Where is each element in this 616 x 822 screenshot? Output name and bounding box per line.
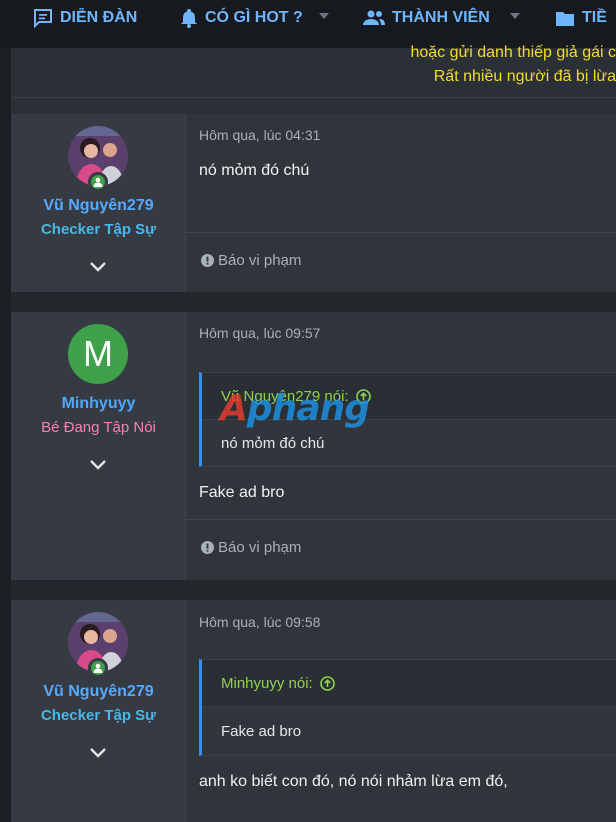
chevron-down-icon[interactable] xyxy=(88,746,108,760)
username[interactable]: Vũ Nguyên279 xyxy=(11,683,186,701)
nav-resources-label: TIỀ xyxy=(582,9,607,26)
quote-text: Fake ad bro xyxy=(202,707,616,755)
user-title: Checker Tập Sự xyxy=(40,221,157,238)
report-link[interactable]: Báo vi phạm xyxy=(201,252,301,269)
left-edge-strip xyxy=(0,48,11,822)
quote-author: Minhyuyy nói: xyxy=(221,674,313,692)
nav-whats-hot[interactable]: CÓ GÌ HOT ? xyxy=(180,0,303,36)
avatar[interactable]: M xyxy=(68,324,128,384)
notice-line-2: Rất nhiều người đã bị lừa xyxy=(433,68,616,85)
report-link[interactable]: Báo vi phạm xyxy=(201,539,301,556)
post-footer: Báo vi phạm xyxy=(186,232,616,292)
whats-hot-dropdown-caret-icon[interactable] xyxy=(319,13,329,19)
members-dropdown-caret-icon[interactable] xyxy=(510,13,520,19)
post-separator xyxy=(11,292,616,312)
post-content: Hôm qua, lúc 04:31 nó mỏm đó chú Báo vi … xyxy=(186,114,616,292)
post-footer: Báo vi phạm xyxy=(186,519,616,579)
folder-icon xyxy=(556,11,574,26)
notice-line-1: hoặc gửi danh thiếp giả gái c xyxy=(410,44,616,61)
nav-forums-label: DIỄN ĐÀN xyxy=(60,9,138,26)
post-3: Vũ Nguyên279 Checker Tập Sự Hôm qua, lúc… xyxy=(11,600,616,822)
post-separator xyxy=(11,580,616,600)
post-date[interactable]: Hôm qua, lúc 09:58 xyxy=(199,614,320,630)
site-watermark-logo: Aphang xyxy=(220,388,370,429)
arrow-up-circle-icon[interactable] xyxy=(319,675,335,691)
watermark-lead: A xyxy=(220,388,248,429)
nav-whats-hot-label: CÓ GÌ HOT ? xyxy=(205,9,303,26)
post-user-panel: Vũ Nguyên279 Checker Tập Sự xyxy=(11,600,186,822)
username[interactable]: Vũ Nguyên279 xyxy=(11,197,186,215)
report-label: Báo vi phạm xyxy=(218,539,302,556)
bell-icon xyxy=(181,9,197,28)
quote-header[interactable]: Minhyuyy nói: xyxy=(202,660,616,707)
nav-forums[interactable]: DIỄN ĐÀN xyxy=(33,0,137,36)
post-message: nó mỏm đó chú xyxy=(199,162,310,179)
online-status-icon xyxy=(88,658,108,678)
post-user-panel: M Minhyuyy Bé Đang Tập Nói xyxy=(11,312,186,580)
chevron-down-icon[interactable] xyxy=(88,458,108,472)
post-user-panel: Vũ Nguyên279 Checker Tập Sự xyxy=(11,114,186,292)
user-title: Checker Tập Sự xyxy=(40,707,157,724)
post-2: M Minhyuyy Bé Đang Tập Nói Hôm qua, lúc … xyxy=(11,312,616,580)
username[interactable]: Minhyuyy xyxy=(11,395,186,413)
nav-resources[interactable]: TIỀ xyxy=(555,0,607,36)
post-1: Vũ Nguyên279 Checker Tập Sự Hôm qua, lúc… xyxy=(11,114,616,292)
top-navigation: DIỄN ĐÀN CÓ GÌ HOT ? THÀNH VIÊN TIỀ xyxy=(0,0,616,48)
post-date[interactable]: Hôm qua, lúc 04:31 xyxy=(199,127,320,143)
nav-members[interactable]: THÀNH VIÊN xyxy=(363,0,490,36)
forum-icon xyxy=(34,9,52,28)
online-status-icon xyxy=(88,172,108,192)
members-icon xyxy=(363,10,385,25)
post-date[interactable]: Hôm qua, lúc 09:57 xyxy=(199,325,320,341)
watermark-rest: phang xyxy=(246,388,370,429)
user-title: Bé Đang Tập Nói xyxy=(41,419,156,436)
nav-members-label: THÀNH VIÊN xyxy=(392,9,490,26)
quote-block: Minhyuyy nói: Fake ad bro xyxy=(199,659,616,756)
notice-banner: hoặc gửi danh thiếp giả gái c Rất nhiều … xyxy=(11,44,616,98)
report-label: Báo vi phạm xyxy=(218,252,302,269)
post-content: Hôm qua, lúc 09:58 Minhyuyy nói: Fake ad… xyxy=(186,600,616,822)
chevron-down-icon[interactable] xyxy=(88,260,108,274)
post-message: Fake ad bro xyxy=(199,484,285,501)
alert-icon xyxy=(201,541,214,554)
alert-icon xyxy=(201,254,214,267)
post-content: Hôm qua, lúc 09:57 Vũ Nguyên279 nói: nó … xyxy=(186,312,616,580)
post-message: anh ko biết con đó, nó nói nhảm lừa em đ… xyxy=(199,773,508,790)
